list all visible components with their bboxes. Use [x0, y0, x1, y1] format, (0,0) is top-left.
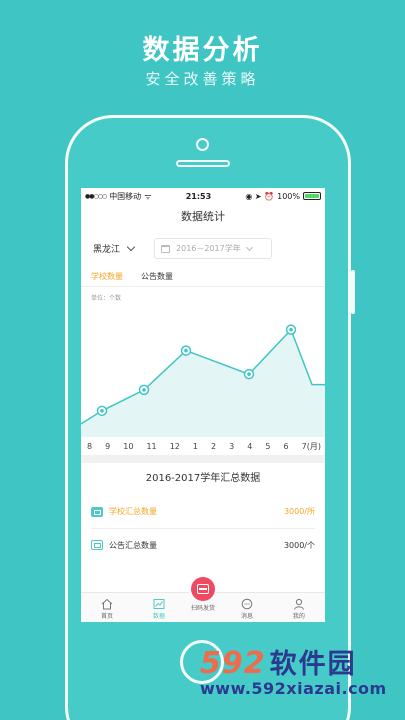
summary-title: 2016-2017学年汇总数据 — [145, 473, 261, 484]
status-bar: ●●○○○ 中国移动 ᯤ 21:53 ◉ ➤ ⏰ 100% — [81, 188, 325, 204]
x-tick-label: 5 — [265, 441, 271, 451]
line-chart: 单位：个数 — [81, 287, 325, 437]
promo-title: 数据分析 — [142, 35, 263, 66]
tabbar-label: 数据 — [152, 613, 165, 620]
home-icon — [101, 598, 113, 610]
battery-percent: 100% — [277, 191, 300, 201]
page-title: 数据统计 — [181, 210, 225, 223]
tabbar-item-data[interactable]: 数据 — [139, 598, 179, 620]
chart-x-axis: 8 9 10 11 12 1 2 3 4 5 6 7(月) — [81, 437, 325, 455]
tabbar-label: 首页 — [100, 613, 113, 620]
x-tick-label: 6 — [283, 441, 289, 451]
x-tick-label: 9 — [105, 441, 111, 451]
x-tick-label: 8 — [87, 441, 93, 451]
chevron-down-icon — [126, 242, 136, 252]
status-icons: ◉ ➤ ⏰ — [245, 191, 275, 201]
calendar-icon — [161, 244, 171, 253]
province-value: 黑龙江 — [93, 245, 121, 255]
app-screen: ●●○○○ 中国移动 ᯤ 21:53 ◉ ➤ ⏰ 100% 数据统计 黑龙江 2… — [81, 188, 325, 622]
tabbar-label: 扫码发货 — [190, 605, 215, 612]
chart-point-center — [247, 372, 251, 376]
status-time: 21:53 — [185, 191, 212, 201]
x-tick-label: 7(月) — [301, 441, 321, 451]
profile-icon — [293, 598, 304, 610]
tabbar-label: 我的 — [292, 613, 305, 620]
scan-icon — [196, 584, 209, 594]
year-range-select[interactable]: 2016－2017学年 — [154, 238, 273, 259]
filter-bar: 黑龙江 2016－2017学年 — [81, 230, 325, 265]
tabbar-item-home[interactable]: 首页 — [87, 598, 127, 620]
summary-value: 3000/所 — [283, 507, 315, 516]
message-icon — [241, 598, 253, 610]
promo-subtitle: 安全改善策略 — [145, 70, 260, 88]
year-range-value: 2016－2017学年 — [176, 244, 241, 253]
summary-row-notices: 公告汇总数量 3000/个 — [91, 528, 315, 561]
site-watermark: 592 软件园 www.592xiazai.com — [200, 642, 400, 698]
chart-point-center — [184, 348, 188, 353]
section-divider — [81, 455, 325, 463]
battery-icon — [302, 192, 321, 200]
chart-area-fill — [81, 329, 325, 437]
tab-school-count[interactable]: 学校数量 — [91, 271, 123, 284]
tab-notice-count[interactable]: 公告数量 — [141, 271, 173, 284]
watermark-name: 软件园 — [269, 649, 357, 680]
bottom-tab-bar: 首页 数据 扫码发货 消息 我的 — [81, 577, 325, 622]
chart-point-center — [100, 409, 104, 413]
province-select[interactable]: 黑龙江 — [87, 239, 140, 258]
x-tick-label: 11 — [146, 441, 157, 451]
chart-point-center — [289, 327, 293, 332]
summary-label: 公告汇总数量 — [109, 540, 157, 550]
watermark-number: 592 — [200, 646, 266, 681]
summary-row-schools: 学校汇总数量 3000/所 — [91, 495, 315, 528]
summary-value: 3000/个 — [283, 540, 315, 550]
notice-card-icon — [91, 540, 103, 550]
chart-unit-label: 单位：个数 — [91, 295, 122, 302]
x-tick-label: 1 — [192, 441, 198, 451]
x-tick-label: 2 — [211, 441, 217, 451]
scan-button[interactable] — [190, 577, 215, 601]
phone-camera — [196, 138, 209, 151]
watermark-url: www.592xiazai.com — [200, 679, 387, 698]
chart-icon — [153, 599, 165, 609]
tabbar-item-scan[interactable]: 扫码发货 — [190, 577, 215, 612]
tabbar-label: 消息 — [240, 613, 253, 620]
chart-canvas — [81, 324, 325, 437]
phone-speaker — [176, 160, 230, 167]
chevron-down-icon — [245, 243, 253, 251]
carrier-label: 中国移动 — [109, 191, 142, 201]
signal-icon: ●●○○○ — [85, 192, 107, 200]
x-tick-label: 10 — [123, 441, 134, 451]
x-tick-label: 12 — [169, 441, 180, 451]
school-card-icon — [91, 506, 103, 517]
chart-tabs: 学校数量 公告数量 — [81, 265, 325, 287]
x-tick-label: 4 — [247, 441, 253, 451]
tabbar-item-profile[interactable]: 我的 — [279, 598, 319, 620]
summary-label: 学校汇总数量 — [109, 507, 157, 516]
x-tick-label: 3 — [229, 441, 235, 451]
wifi-icon: ᯤ — [144, 191, 152, 201]
chart-point-center — [142, 388, 146, 392]
tabbar-item-messages[interactable]: 消息 — [227, 598, 267, 620]
phone-side-button — [351, 270, 355, 314]
